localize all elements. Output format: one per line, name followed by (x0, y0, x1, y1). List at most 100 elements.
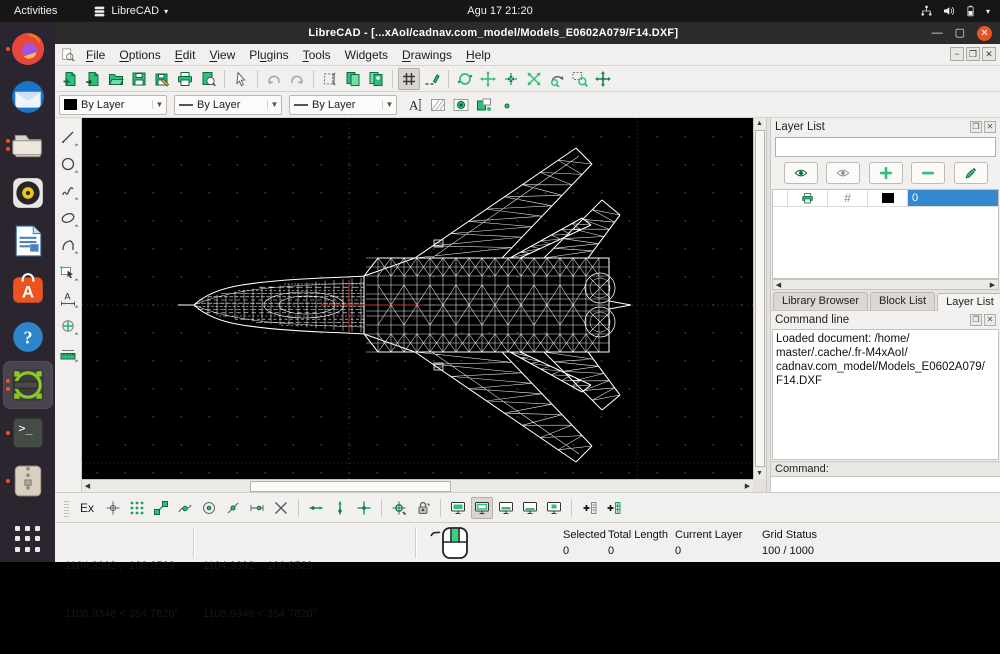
float-command-icon[interactable]: ❐ (970, 314, 982, 326)
command-output[interactable]: Loaded document: /home/master/.cache/.fr… (772, 329, 999, 460)
mdi-minimize[interactable]: − (950, 47, 964, 61)
save-button[interactable] (128, 68, 150, 90)
dock-item-terminal[interactable]: >_ (4, 410, 52, 456)
activities-button[interactable]: Activities (0, 5, 71, 17)
tab-layer-list[interactable]: Layer List (937, 293, 1000, 311)
mtext-tool-button[interactable]: A (404, 94, 426, 116)
dock-item-rhythmbox[interactable] (4, 170, 52, 216)
dock-item-thunderbird[interactable] (4, 74, 52, 120)
dock-item-libreoffice-writer[interactable] (4, 218, 52, 264)
draft-mode-button[interactable] (421, 68, 443, 90)
menu-file[interactable]: File (79, 46, 112, 64)
float-panel-icon[interactable]: ❐ (970, 121, 982, 133)
dock-item-archive-manager[interactable] (4, 458, 52, 504)
ellipse-tool-button[interactable] (57, 207, 79, 229)
snap-center-button[interactable] (198, 497, 220, 519)
menu-help[interactable]: Help (459, 46, 498, 64)
lineweight-combo[interactable]: By Layer▼ (174, 95, 282, 115)
view-toggle-4-button[interactable] (519, 497, 541, 519)
edit-layer-button[interactable] (954, 162, 988, 184)
close-button[interactable]: ✕ (977, 26, 992, 41)
scroll-right-icon[interactable]: ▶ (742, 480, 753, 491)
select-tool-button[interactable] (57, 261, 79, 283)
tab-library-browser[interactable]: Library Browser (773, 292, 868, 310)
show-applications-button[interactable] (11, 522, 45, 556)
battery-icon[interactable] (964, 5, 977, 17)
menu-options[interactable]: Options (112, 46, 167, 64)
volume-icon[interactable] (942, 5, 955, 17)
show-all-layers-button[interactable] (784, 162, 818, 184)
dock-item-firefox[interactable] (4, 26, 52, 72)
print-button[interactable] (174, 68, 196, 90)
hide-all-layers-button[interactable] (826, 162, 860, 184)
line-tool-button[interactable] (57, 126, 79, 148)
layer-name-cell[interactable]: 0 (908, 190, 998, 206)
zoom-redraw-button[interactable] (454, 68, 476, 90)
redo-button[interactable] (286, 68, 308, 90)
new-from-template-button[interactable] (82, 68, 104, 90)
set-relative-zero-button[interactable] (388, 497, 410, 519)
layer-list-hscrollbar[interactable]: ◀ ▶ (772, 279, 999, 290)
title-bar[interactable]: LibreCAD - [...xAoI/cadnav.com_model/Mod… (55, 22, 1000, 44)
new-drawing-button[interactable] (59, 68, 81, 90)
linetype-combo[interactable]: By Layer▼ (289, 95, 397, 115)
polyline-tool-button[interactable] (57, 234, 79, 256)
image-insert-button[interactable] (450, 94, 472, 116)
open-button[interactable] (105, 68, 127, 90)
scroll-down-icon[interactable]: ▼ (754, 468, 765, 479)
view-toggle-5-button[interactable] (543, 497, 565, 519)
dock-item-help[interactable]: ? (4, 314, 52, 360)
layer-filter-input[interactable] (775, 137, 996, 157)
spline-tool-button[interactable] (57, 180, 79, 202)
layer-scroll-left-icon[interactable]: ◀ (773, 279, 784, 290)
menu-view[interactable]: View (202, 46, 242, 64)
canvas-horizontal-scrollbar[interactable]: ◀ ▶ (82, 479, 753, 492)
minimize-button[interactable]: — (932, 28, 943, 39)
block-tool-button[interactable] (473, 94, 495, 116)
snap-middle-button[interactable] (222, 497, 244, 519)
dock-item-files[interactable] (4, 122, 52, 168)
system-menu-caret-icon[interactable]: ▾ (986, 7, 990, 16)
app-menu-button[interactable]: LibreCAD ▾ (93, 5, 168, 18)
scroll-left-icon[interactable]: ◀ (82, 480, 93, 491)
zoom-auto-button[interactable] (523, 68, 545, 90)
dimension-tool-button[interactable]: A (57, 288, 79, 310)
vertical-scroll-thumb[interactable] (755, 130, 765, 467)
restore-button[interactable]: ▢ (955, 28, 965, 39)
menu-plugins[interactable]: Plugins (242, 46, 295, 64)
add-layer-button[interactable] (869, 162, 903, 184)
menu-drawings[interactable]: Drawings (395, 46, 459, 64)
save-as-button[interactable] (151, 68, 173, 90)
scroll-up-icon[interactable]: ▲ (754, 118, 765, 129)
snap-intersection-button[interactable] (270, 497, 292, 519)
mdi-close[interactable]: ✕ (982, 47, 996, 61)
layer-print-icon[interactable] (788, 190, 828, 206)
measure-tool-button[interactable] (57, 342, 79, 364)
canvas-vertical-scrollbar[interactable]: ▲ ▼ (753, 118, 766, 479)
print-preview-button[interactable] (197, 68, 219, 90)
network-icon[interactable] (920, 5, 933, 17)
remove-layer-button[interactable] (911, 162, 945, 184)
exclusive-snap-toggle[interactable]: Ex (74, 497, 100, 519)
layer-scroll-right-icon[interactable]: ▶ (987, 279, 998, 290)
snap-distance-button[interactable] (246, 497, 268, 519)
add-command-widget-button[interactable] (578, 497, 600, 519)
cut-button[interactable] (319, 68, 341, 90)
snap-grid-button[interactable] (126, 497, 148, 519)
view-toggle-1-button[interactable] (447, 497, 469, 519)
horizontal-scroll-thumb[interactable] (250, 481, 451, 492)
close-panel-icon[interactable]: ✕ (984, 121, 996, 133)
layer-construction-icon[interactable]: # (828, 190, 868, 206)
color-combo[interactable]: By Layer▼ (59, 95, 167, 115)
select-pointer-button[interactable] (230, 68, 252, 90)
layer-table[interactable]: # 0 (772, 189, 999, 279)
layer-row[interactable]: # 0 (773, 190, 998, 207)
menu-widgets[interactable]: Widgets (338, 46, 395, 64)
restrict-orthogonal-button[interactable] (353, 497, 375, 519)
tab-block-list[interactable]: Block List (870, 292, 935, 310)
zoom-window-button[interactable] (569, 68, 591, 90)
snap-free-button[interactable] (102, 497, 124, 519)
command-input[interactable] (771, 477, 1000, 492)
restrict-horizontal-button[interactable] (305, 497, 327, 519)
snapbar-handle[interactable] (64, 499, 69, 517)
